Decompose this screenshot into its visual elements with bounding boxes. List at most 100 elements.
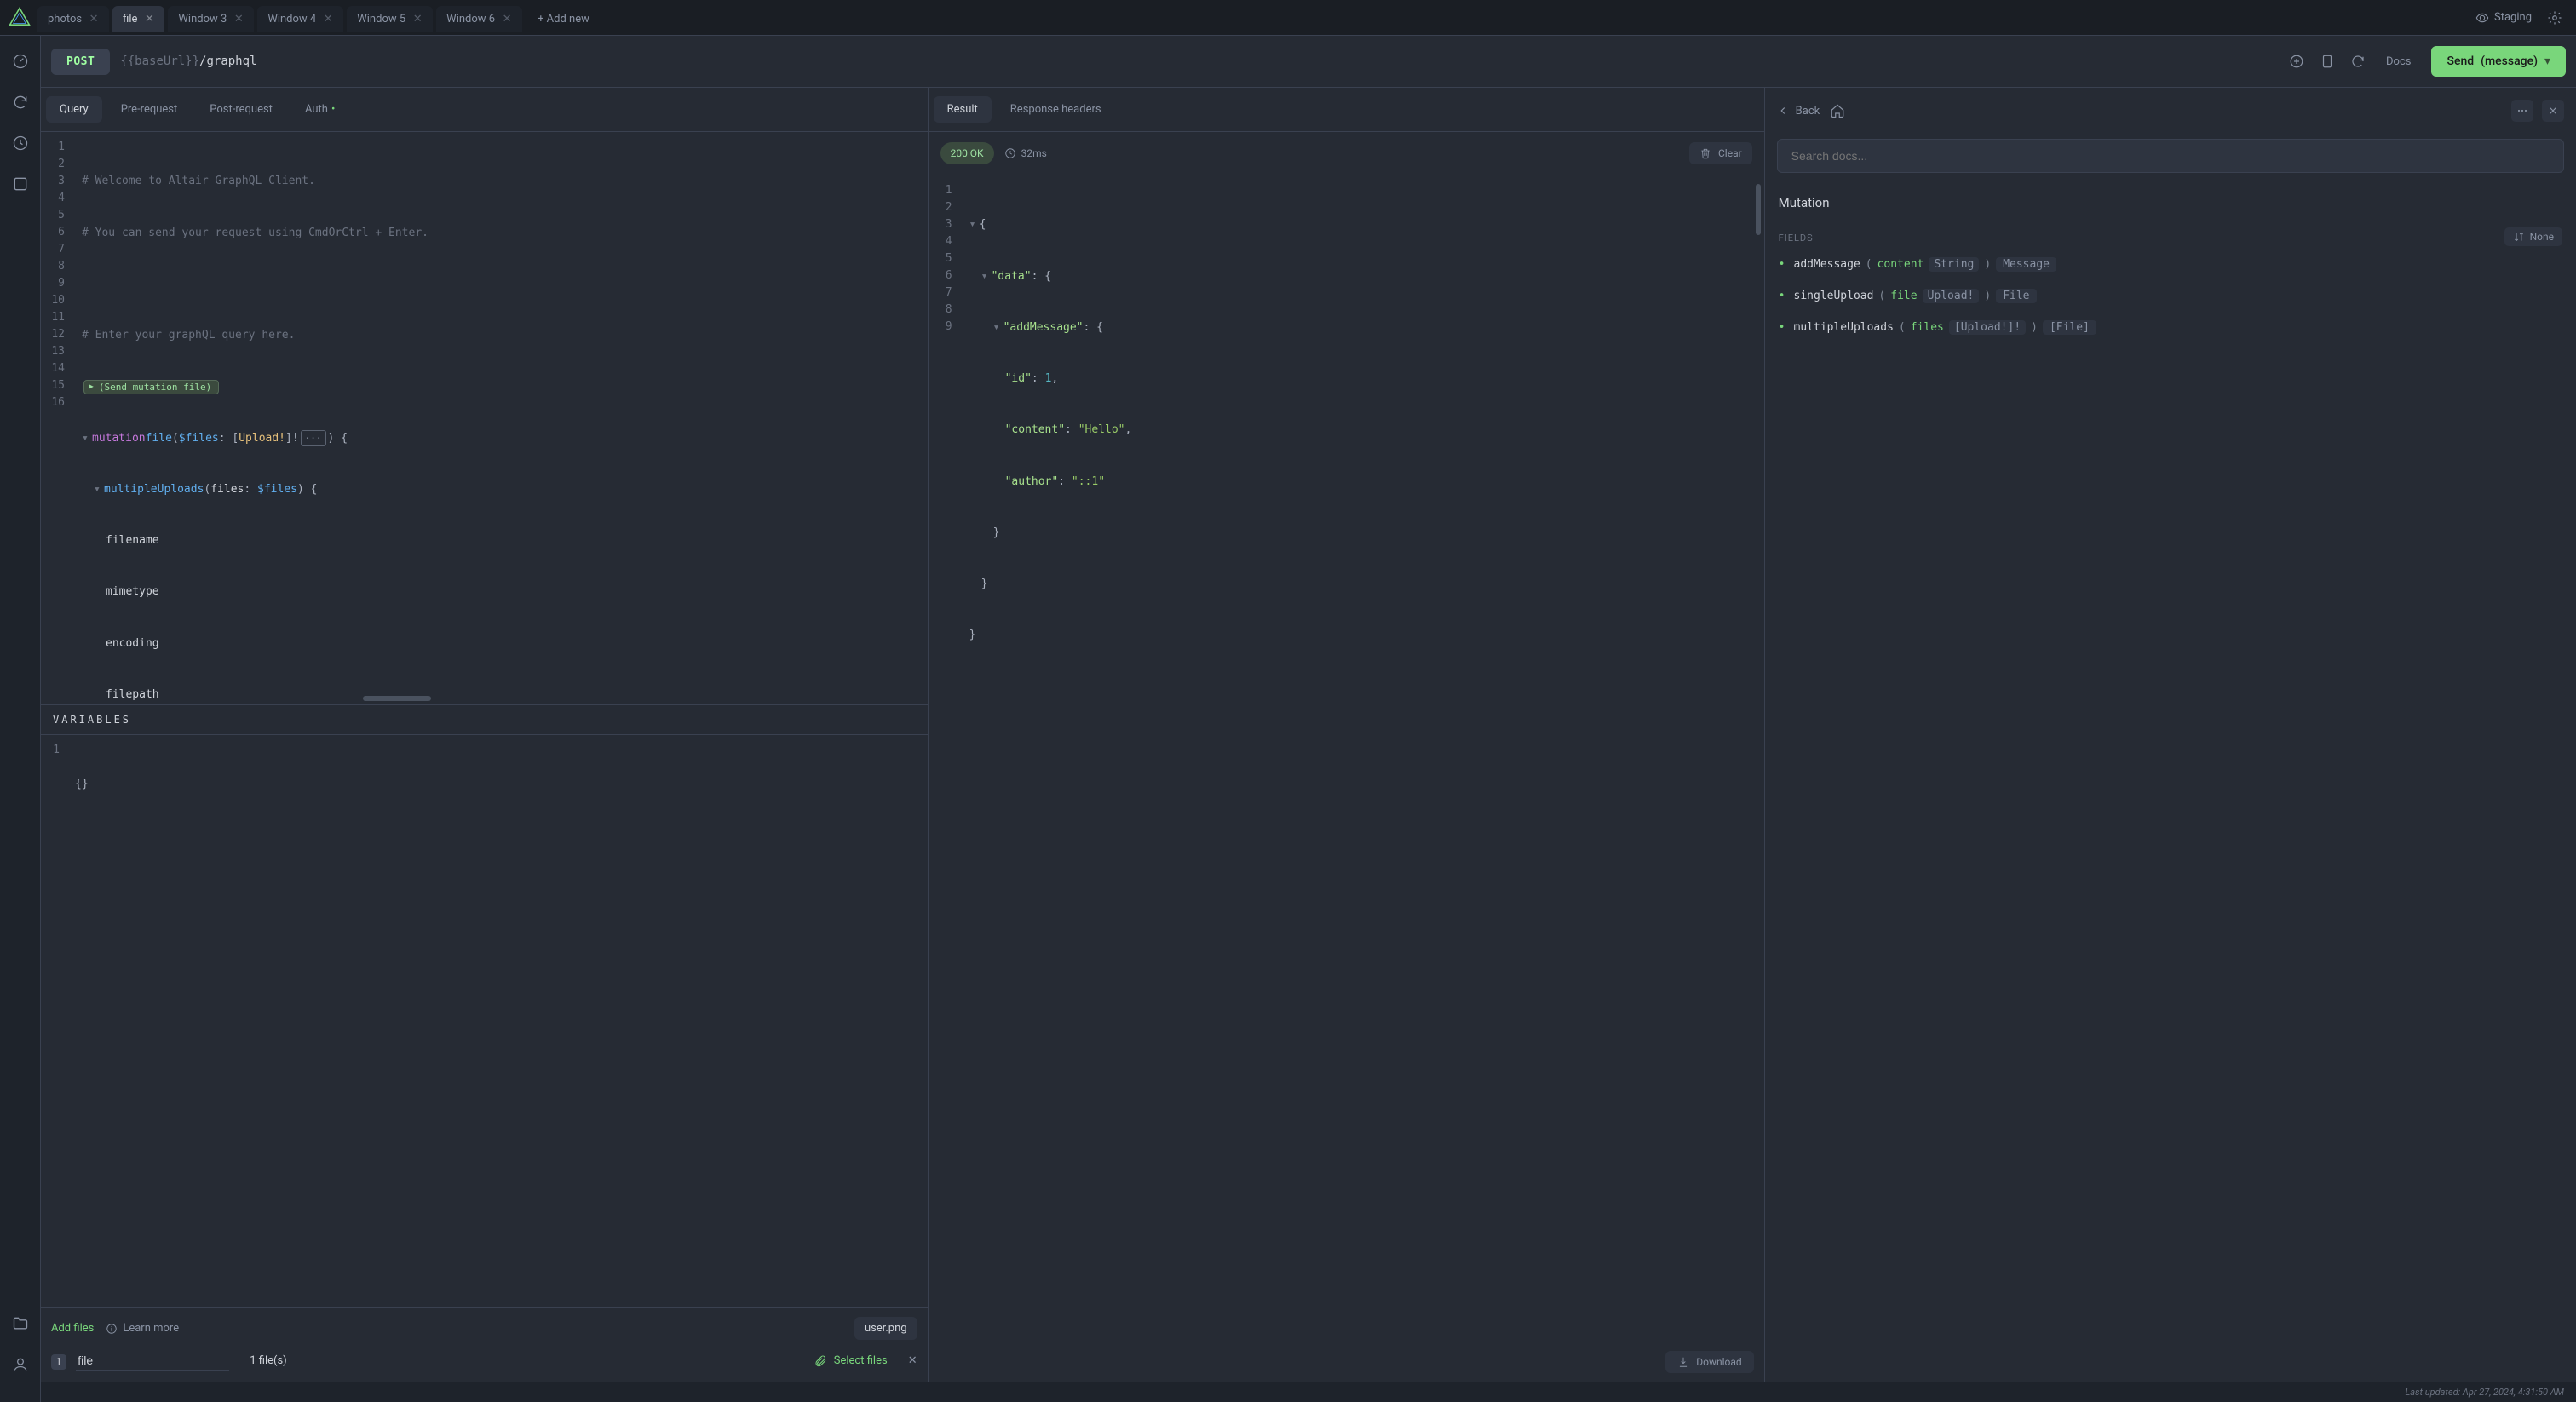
return-type-chip[interactable]: File — [1996, 289, 2036, 303]
result-subtabs: Result Response headers — [929, 88, 1764, 132]
sidebar-dashboard[interactable] — [12, 53, 29, 70]
file-row-index: 1 — [51, 1354, 66, 1370]
docs-home-button[interactable] — [1830, 103, 1845, 118]
gear-icon — [2547, 10, 2562, 26]
docs-close-button[interactable] — [2542, 100, 2564, 122]
tab-label: Window 5 — [357, 13, 405, 26]
folder-icon — [12, 1315, 29, 1332]
paperclip-icon — [814, 1354, 827, 1368]
trash-icon — [1699, 147, 1711, 159]
fold-icon[interactable]: ▾ — [969, 216, 980, 233]
close-icon[interactable]: ✕ — [233, 14, 244, 25]
field-singleUpload[interactable]: • singleUpload ( file Upload! ) File — [1765, 280, 2576, 312]
subtab-result[interactable]: Result — [934, 96, 992, 123]
file-variable-input[interactable] — [76, 1350, 229, 1371]
field-addMessage[interactable]: • addMessage ( content String ) Message — [1765, 249, 2576, 280]
fold-icon[interactable]: ▾ — [981, 268, 992, 285]
query-code[interactable]: # Welcome to Altair GraphQL Client. # Yo… — [72, 132, 928, 704]
clear-button[interactable]: Clear — [1689, 142, 1752, 164]
vertical-scrollbar[interactable] — [1756, 184, 1762, 1333]
send-button[interactable]: Send (message) ▾ — [2431, 46, 2566, 77]
remove-file-row[interactable]: ✕ — [908, 1354, 917, 1367]
subtab-pre-request[interactable]: Pre-request — [107, 96, 192, 123]
sidebar-extensions[interactable] — [12, 175, 29, 192]
sidebar-collections[interactable] — [12, 1315, 29, 1332]
sidebar-reload[interactable] — [12, 94, 29, 111]
field-multipleUploads[interactable]: • multipleUploads ( files [Upload!]! ) [… — [1765, 312, 2576, 343]
window-tabstrip: photos ✕ file ✕ Window 3 ✕ Window 4 ✕ Wi… — [0, 0, 2576, 36]
close-icon[interactable]: ✕ — [412, 14, 423, 25]
tab-photos[interactable]: photos ✕ — [37, 6, 109, 32]
docs-more-button[interactable] — [2511, 100, 2533, 122]
env-selector[interactable]: Staging — [2475, 11, 2532, 25]
close-icon[interactable]: ✕ — [89, 14, 99, 25]
run-mutation-file-pill[interactable]: ▶(Send mutation file) — [83, 380, 219, 394]
query-editor[interactable]: 1 2 3 4 5 6 7 8 9 10 11 12 13 14 — [41, 132, 928, 704]
docs-back-button[interactable]: Back — [1777, 105, 1820, 118]
arg-type-chip[interactable]: String — [1929, 257, 1979, 272]
subtab-post-request[interactable]: Post-request — [196, 96, 286, 123]
fold-icon[interactable]: ▾ — [94, 481, 104, 498]
file-count: 1 file(s) — [250, 1354, 286, 1367]
close-icon[interactable]: ✕ — [502, 14, 512, 25]
auth-indicator-icon: • — [331, 103, 335, 116]
select-files-button[interactable]: Select files — [814, 1354, 888, 1368]
docs-fields-label: FIELDS — [1765, 227, 2576, 249]
add-tab-button[interactable]: + Add new — [526, 6, 601, 32]
add-files-link[interactable]: Add files — [51, 1322, 94, 1335]
horizontal-scrollbar[interactable] — [363, 696, 431, 703]
download-button[interactable]: Download — [1665, 1351, 1753, 1373]
dots-icon — [2516, 104, 2529, 118]
collapsed-icon[interactable]: ··· — [301, 430, 326, 446]
info-icon — [106, 1323, 118, 1335]
subtab-response-headers[interactable]: Response headers — [997, 96, 1115, 123]
sidebar-history[interactable] — [12, 135, 29, 152]
variables-editor[interactable]: 1 {} — [41, 734, 928, 1307]
return-type-chip[interactable]: Message — [1996, 257, 2056, 272]
tab-label: Window 6 — [446, 13, 495, 26]
add-header-button[interactable] — [2289, 54, 2304, 69]
return-type-chip[interactable]: [File] — [2043, 320, 2096, 335]
line-gutter: 1 — [41, 735, 66, 1307]
docs-toggle[interactable]: Docs — [2381, 55, 2416, 68]
tab-window-4[interactable]: Window 4 ✕ — [257, 6, 343, 32]
subtab-query[interactable]: Query — [46, 96, 102, 123]
status-bar: Last updated: Apr 27, 2024, 4:31:50 AM — [41, 1382, 2576, 1402]
close-icon[interactable]: ✕ — [144, 14, 154, 25]
subtab-auth[interactable]: Auth• — [291, 96, 348, 123]
env-label: Staging — [2494, 11, 2532, 24]
docs-search[interactable] — [1777, 139, 2564, 173]
docs-sort-button[interactable]: None — [2504, 227, 2562, 246]
learn-more-link[interactable]: Learn more — [106, 1322, 179, 1335]
endpoint-url[interactable]: {{baseUrl}}/graphql — [120, 55, 256, 68]
docs-type-name[interactable]: Mutation — [1765, 188, 2576, 227]
tab-window-5[interactable]: Window 5 ✕ — [347, 6, 433, 32]
fold-icon[interactable]: ▾ — [82, 430, 92, 447]
reload-schema-button[interactable] — [2350, 54, 2366, 69]
tab-label: Window 3 — [178, 13, 227, 26]
sidebar-account[interactable] — [12, 1356, 29, 1373]
refresh-icon — [2350, 54, 2366, 69]
result-viewer[interactable]: 1 2 3 4 5 6 7 8 9 ▾{ ▾"data": { ▾"addMes… — [929, 175, 1764, 1342]
close-icon[interactable]: ✕ — [323, 14, 333, 25]
tab-window-3[interactable]: Window 3 ✕ — [168, 6, 254, 32]
copy-button[interactable] — [2320, 54, 2335, 69]
http-method-badge[interactable]: POST — [51, 49, 110, 75]
variables-toggle[interactable]: VARIABLES — [41, 704, 928, 734]
tab-file[interactable]: file ✕ — [112, 6, 164, 32]
settings-button[interactable] — [2547, 10, 2562, 26]
bullet-icon: • — [1779, 290, 1785, 302]
download-icon — [1677, 1356, 1689, 1368]
home-icon — [1830, 103, 1845, 118]
fold-icon[interactable]: ▾ — [993, 319, 1003, 336]
uploaded-file-chip[interactable]: user.png — [854, 1317, 917, 1340]
result-json[interactable]: ▾{ ▾"data": { ▾"addMessage": { "id": 1, … — [959, 175, 1764, 1342]
query-pane: Query Pre-request Post-request Auth• 1 2… — [41, 88, 929, 1382]
arg-type-chip[interactable]: Upload! — [1923, 289, 1980, 303]
docs-search-input[interactable] — [1790, 148, 2551, 164]
chevron-down-icon[interactable]: ▾ — [2544, 55, 2550, 68]
tab-window-6[interactable]: Window 6 ✕ — [436, 6, 522, 32]
result-pane: Result Response headers 200 OK 32ms Clea… — [929, 88, 1765, 1382]
file-icon — [2320, 54, 2335, 69]
arg-type-chip[interactable]: [Upload!]! — [1949, 320, 2026, 335]
